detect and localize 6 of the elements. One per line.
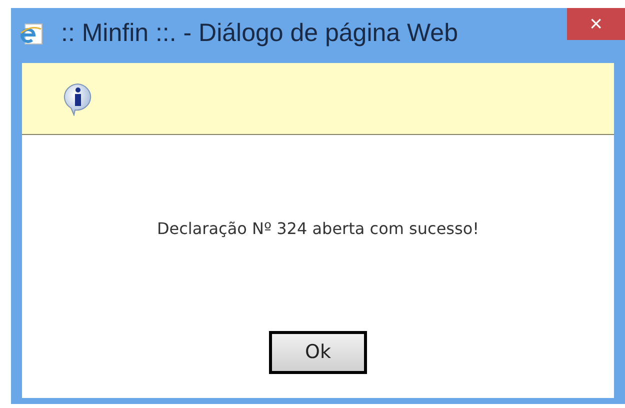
message-text: Declaração Nº 324 aberta com sucesso! (156, 218, 480, 240)
info-icon (62, 82, 94, 116)
ok-button[interactable]: Ok (269, 331, 367, 374)
window-title: :: Minfin ::. - Diálogo de página Web (61, 18, 458, 50)
browser-icon (19, 21, 45, 47)
close-button[interactable]: × (567, 8, 625, 40)
